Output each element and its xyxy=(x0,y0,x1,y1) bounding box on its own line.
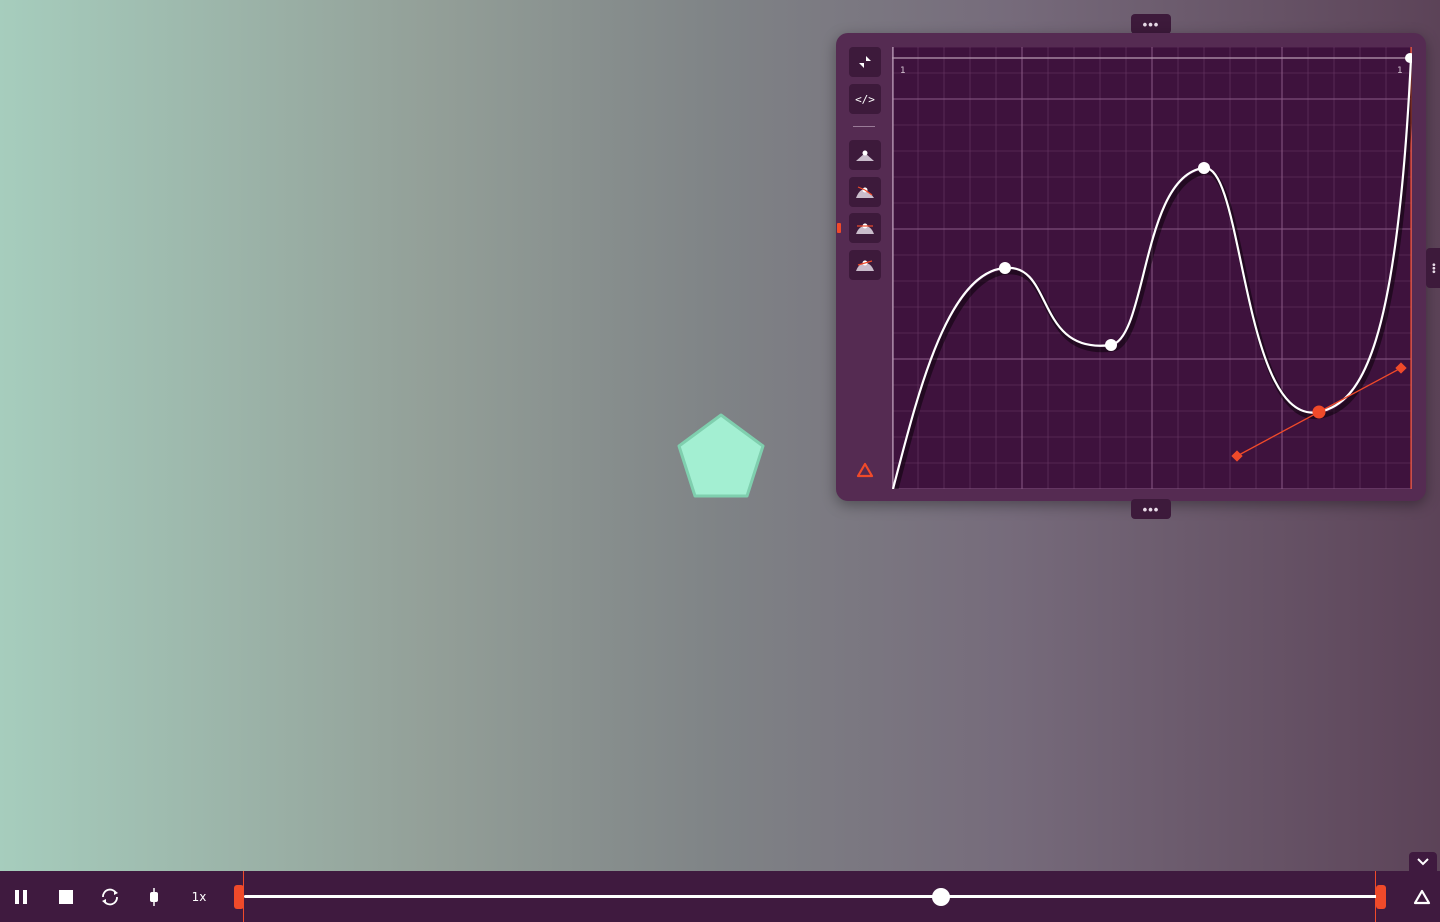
speed-selector[interactable]: 1x xyxy=(184,882,214,912)
stop-icon xyxy=(59,890,73,904)
curve-point-selected[interactable] xyxy=(1312,405,1326,419)
pentagon-shape[interactable] xyxy=(676,412,766,500)
code-button[interactable]: </> xyxy=(849,84,881,114)
chevron-down-icon xyxy=(1417,858,1429,866)
triangle-logo-icon xyxy=(1413,889,1431,905)
keyframe-icon xyxy=(150,888,158,906)
dots-icon: ••• xyxy=(1427,262,1439,274)
toolbar-divider xyxy=(853,126,875,127)
stop-button[interactable] xyxy=(55,882,77,912)
curve-graph[interactable]: 1 1 xyxy=(892,47,1412,489)
curve-point[interactable] xyxy=(1198,162,1210,174)
point-type-aligned-button[interactable] xyxy=(849,250,881,280)
dots-icon: ••• xyxy=(1142,501,1160,517)
point-mirrored-icon xyxy=(856,223,874,234)
point-type-corner-button[interactable] xyxy=(849,140,881,170)
top-left-label: 1 xyxy=(900,66,906,76)
dots-icon: ••• xyxy=(1142,16,1160,32)
loop-button[interactable] xyxy=(98,882,122,912)
panel-side-marker xyxy=(837,223,841,233)
logo-button[interactable] xyxy=(1410,882,1434,912)
timeline-track[interactable] xyxy=(244,895,1378,898)
pause-button[interactable] xyxy=(10,882,32,912)
range-start-handle[interactable] xyxy=(234,885,244,909)
panel-drag-handle-right[interactable]: ••• xyxy=(1426,248,1440,288)
keyframe-button[interactable] xyxy=(144,882,164,912)
point-corner-icon xyxy=(856,150,874,161)
collapse-player-button[interactable] xyxy=(1409,852,1437,872)
curve-point[interactable] xyxy=(999,262,1011,274)
collapse-arrows-icon xyxy=(859,56,871,68)
point-aligned-icon xyxy=(856,260,874,271)
loop-icon xyxy=(102,888,118,906)
code-icon: </> xyxy=(855,92,875,106)
point-type-mirrored-button[interactable] xyxy=(849,213,881,243)
panel-drag-handle-top[interactable]: ••• xyxy=(1131,14,1171,34)
panel-drag-handle-bottom[interactable]: ••• xyxy=(1131,499,1171,519)
curve-point[interactable] xyxy=(1105,339,1117,351)
range-end-handle[interactable] xyxy=(1376,885,1386,909)
triangle-logo-icon xyxy=(856,462,874,478)
collapse-button[interactable] xyxy=(849,47,881,77)
point-broken-icon xyxy=(856,186,874,198)
top-right-label: 1 xyxy=(1397,66,1403,76)
pause-icon xyxy=(15,890,27,904)
point-type-broken-button[interactable] xyxy=(849,177,881,207)
